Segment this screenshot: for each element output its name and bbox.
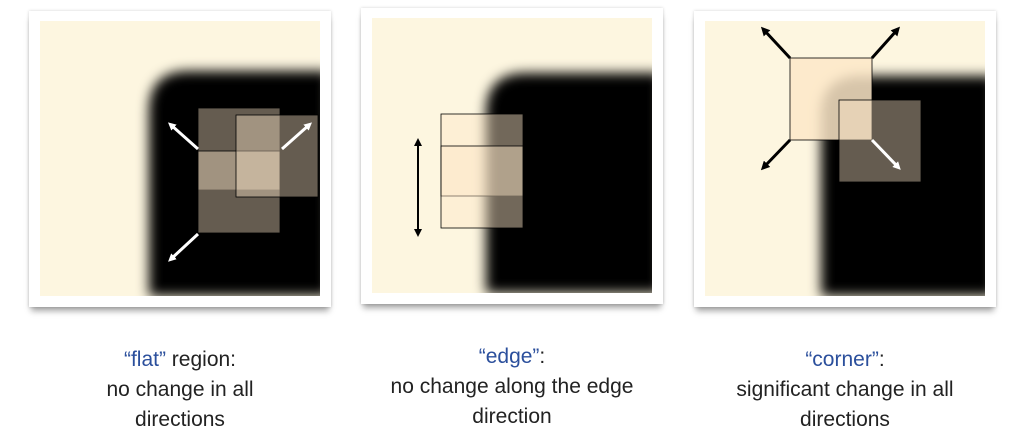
edge-illustration [372,18,652,293]
corner-illustration [705,21,985,296]
caption-line-1: “edge”: [362,342,662,372]
caption-line-3: direction [472,405,552,428]
caption-keyword: “edge” [478,345,540,368]
caption-line-2: no change along the edge [390,375,634,398]
flat-region-panel [29,11,331,307]
flat-region-illustration [40,21,320,296]
window-shifted [838,99,922,183]
caption-line-3: directions [135,408,225,431]
edge-panel [361,8,663,304]
flat-region-caption: “flat” region: no change in all directio… [30,345,330,435]
caption-line-1: “corner”: [695,345,995,375]
window-lower [440,145,524,229]
caption-keyword: “corner” [805,348,879,371]
caption-line-2: significant change in all [736,378,954,401]
caption-keyword: “flat” [123,348,166,371]
corner-caption: “corner”: significant change in all dire… [695,345,995,435]
caption-suffix: : [878,348,885,371]
figure: “flat” region: no change in all directio… [0,0,1025,436]
caption-line-3: directions [800,408,890,431]
caption-line-2: no change in all [106,378,254,401]
edge-caption: “edge”: no change along the edge directi… [362,342,662,432]
corner-panel [694,11,996,307]
caption-suffix: region: [165,348,237,371]
caption-line-1: “flat” region: [30,345,330,375]
caption-suffix: : [539,345,546,368]
